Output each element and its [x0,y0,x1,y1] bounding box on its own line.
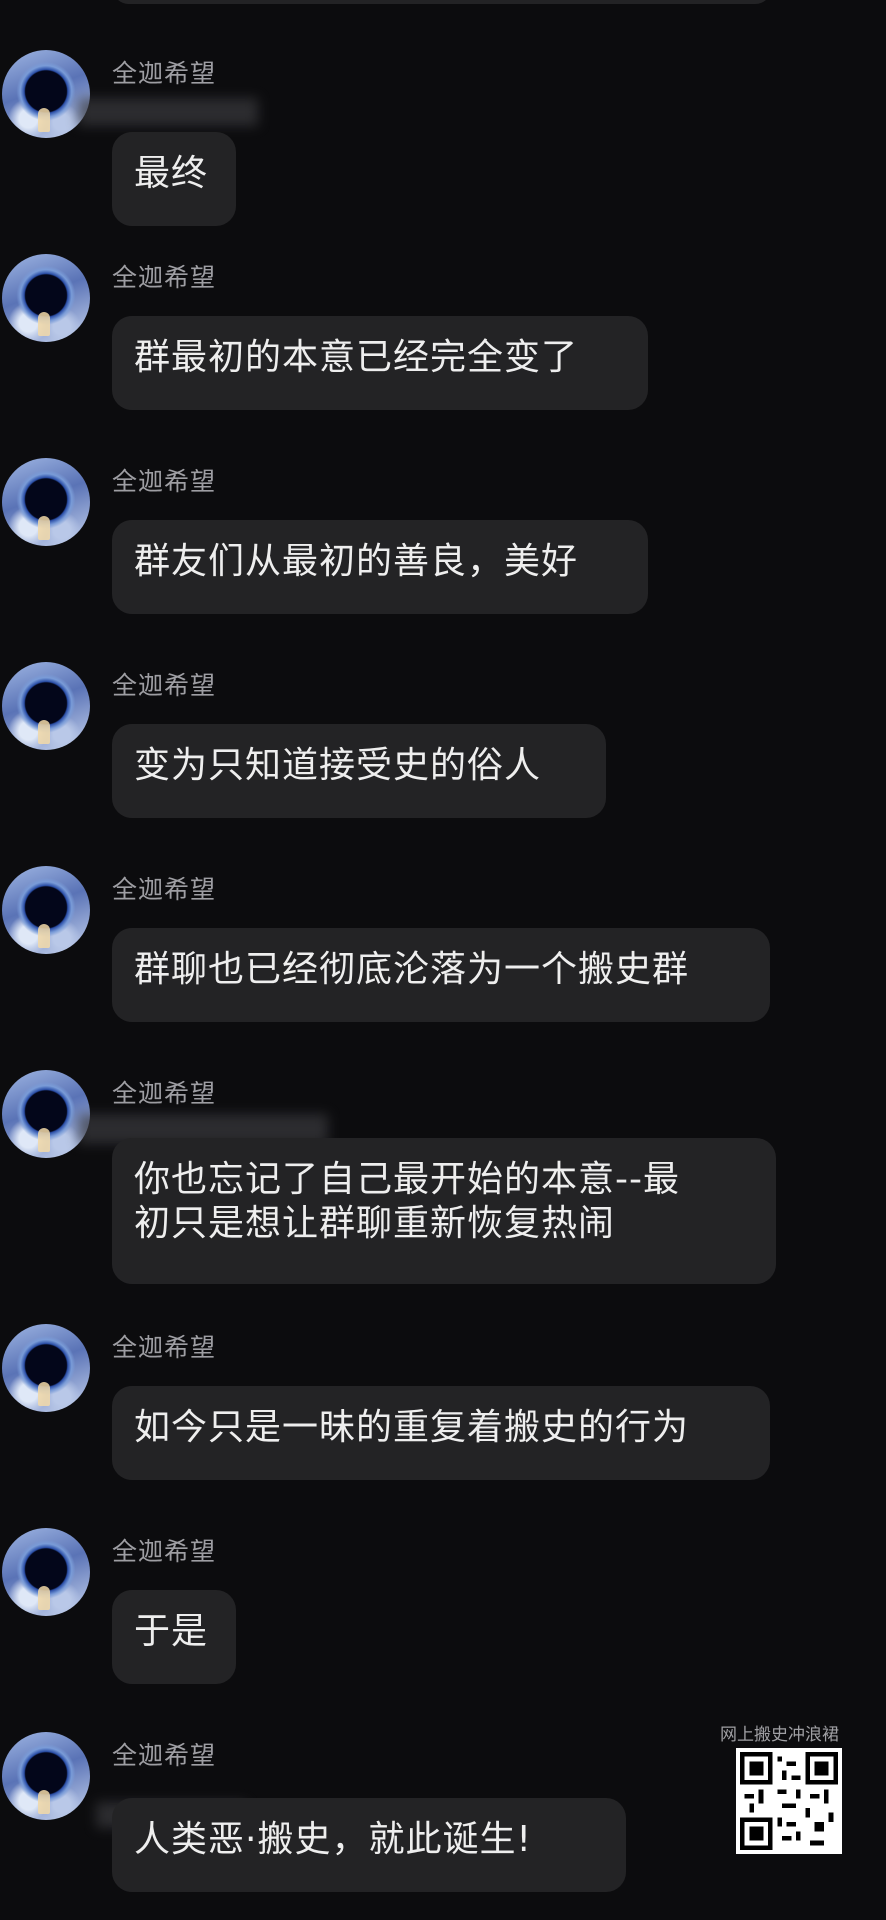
sender-name: 全迦希望 [112,59,217,88]
sender-name: 全迦希望 [112,671,217,700]
message-bubble[interactable]: 群最初的本意已经完全变了 [112,316,648,410]
message-bubble[interactable]: 于是 [112,1590,236,1684]
message-bubble[interactable]: 群友们从最初的善良，美好 [112,520,648,614]
sender-name: 全迦希望 [112,1537,217,1566]
previous-message-bubble [112,0,772,4]
sender-name: 全迦希望 [112,875,217,904]
sender-name: 全迦希望 [112,467,217,496]
message-bubble[interactable]: 最终 [112,132,236,226]
avatar[interactable] [2,662,90,750]
avatar[interactable] [2,1528,90,1616]
message-bubble[interactable]: 如今只是一昧的重复着搬史的行为 [112,1386,770,1480]
avatar[interactable] [2,1324,90,1412]
avatar[interactable] [2,458,90,546]
message-bubble[interactable]: 你也忘记了自己最开始的本意--最 初只是想让群聊重新恢复热闹 [112,1138,776,1284]
redacted-area [78,98,258,126]
message-line: 初只是想让群聊重新恢复热闹 [134,1203,616,1244]
avatar[interactable] [2,1732,90,1820]
qr-code-icon[interactable] [736,1748,842,1854]
message-bubble[interactable]: 变为只知道接受史的俗人 [112,724,606,818]
avatar[interactable] [2,1070,90,1158]
message-bubble[interactable]: 人类恶·搬史，就此诞生! [112,1798,626,1892]
watermark-text: 网上搬史冲浪裙 [720,1725,839,1745]
message-line: 你也忘记了自己最开始的本意--最 [134,1159,680,1200]
sender-name: 全迦希望 [112,263,217,292]
sender-name: 全迦希望 [112,1741,217,1770]
sender-name: 全迦希望 [112,1333,217,1362]
message-bubble[interactable]: 群聊也已经彻底沦落为一个搬史群 [112,928,770,1022]
avatar[interactable] [2,866,90,954]
sender-name: 全迦希望 [112,1079,217,1108]
avatar[interactable] [2,50,90,138]
avatar[interactable] [2,254,90,342]
